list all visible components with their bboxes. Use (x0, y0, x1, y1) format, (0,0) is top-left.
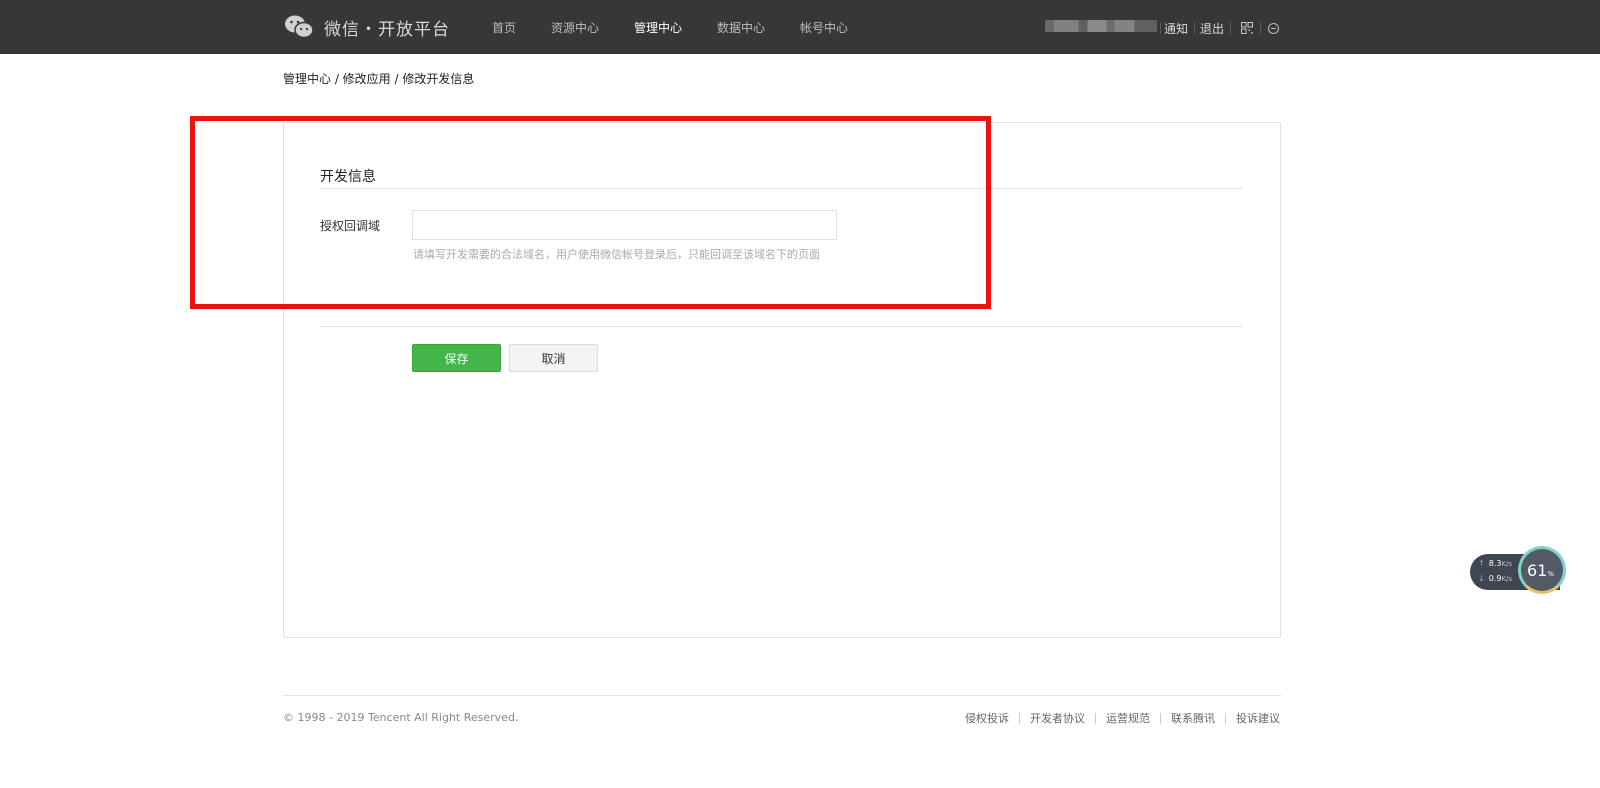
footer-link-infringement[interactable]: 侵权投诉 (965, 710, 1009, 726)
footer-link-contact-tencent[interactable]: 联系腾讯 (1171, 710, 1215, 726)
nav-account-center[interactable]: 帐号中心 (800, 19, 848, 36)
download-speed: ↓ 0.9K/s (1478, 574, 1512, 583)
footer-links: 侵权投诉 开发者协议 运营规范 联系腾讯 投诉建议 (965, 710, 1280, 726)
footer-link-operation-rules[interactable]: 运营规范 (1106, 710, 1150, 726)
top-navigation-bar: 微信・开放平台 首页 资源中心 管理中心 数据中心 帐号中心 通知 退出 (0, 0, 1600, 54)
upload-speed: ↑ 8.3K/s (1478, 559, 1512, 568)
download-value: 0.9 (1488, 574, 1502, 583)
percent-unit: % (1547, 570, 1555, 578)
breadcrumb: 管理中心 / 修改应用 / 修改开发信息 (283, 72, 475, 86)
qrcode-icon[interactable] (1241, 22, 1253, 34)
upload-unit: K/s (1501, 560, 1513, 568)
download-unit: K/s (1501, 575, 1513, 583)
nav-home[interactable]: 首页 (492, 19, 516, 36)
notify-link[interactable]: 通知 (1164, 20, 1188, 37)
memory-usage-percent: 61% (1527, 561, 1554, 580)
logout-link[interactable]: 退出 (1200, 20, 1224, 37)
footer-separator (1160, 712, 1161, 724)
nav-resource-center[interactable]: 资源中心 (551, 19, 599, 36)
top-separator (1194, 22, 1195, 34)
upload-arrow-icon: ↑ (1478, 559, 1485, 568)
highlight-box (190, 116, 991, 309)
save-button[interactable]: 保存 (412, 344, 501, 372)
account-name-redacted[interactable] (1045, 20, 1157, 32)
footer-link-developer-agreement[interactable]: 开发者协议 (1030, 710, 1085, 726)
top-separator (1160, 22, 1161, 34)
form-divider (320, 326, 1243, 327)
footer-divider (283, 695, 1281, 696)
copyright-text: © 1998 - 2019 Tencent All Right Reserved… (283, 711, 519, 724)
top-separator (1230, 22, 1231, 34)
upload-value: 8.3 (1488, 559, 1502, 568)
footer-separator (1225, 712, 1226, 724)
nav-management-center[interactable]: 管理中心 (634, 19, 682, 36)
globe-icon[interactable] (1268, 23, 1279, 34)
wechat-logo-icon[interactable] (284, 14, 314, 40)
cancel-button[interactable]: 取消 (509, 344, 598, 372)
top-separator (1260, 22, 1261, 34)
brand-title[interactable]: 微信・开放平台 (324, 15, 450, 40)
footer-link-complaint[interactable]: 投诉建议 (1236, 710, 1280, 726)
nav-data-center[interactable]: 数据中心 (717, 19, 765, 36)
download-arrow-icon: ↓ (1478, 574, 1485, 583)
percent-value: 61 (1527, 561, 1548, 580)
footer-separator (1095, 712, 1096, 724)
footer-separator (1019, 712, 1020, 724)
